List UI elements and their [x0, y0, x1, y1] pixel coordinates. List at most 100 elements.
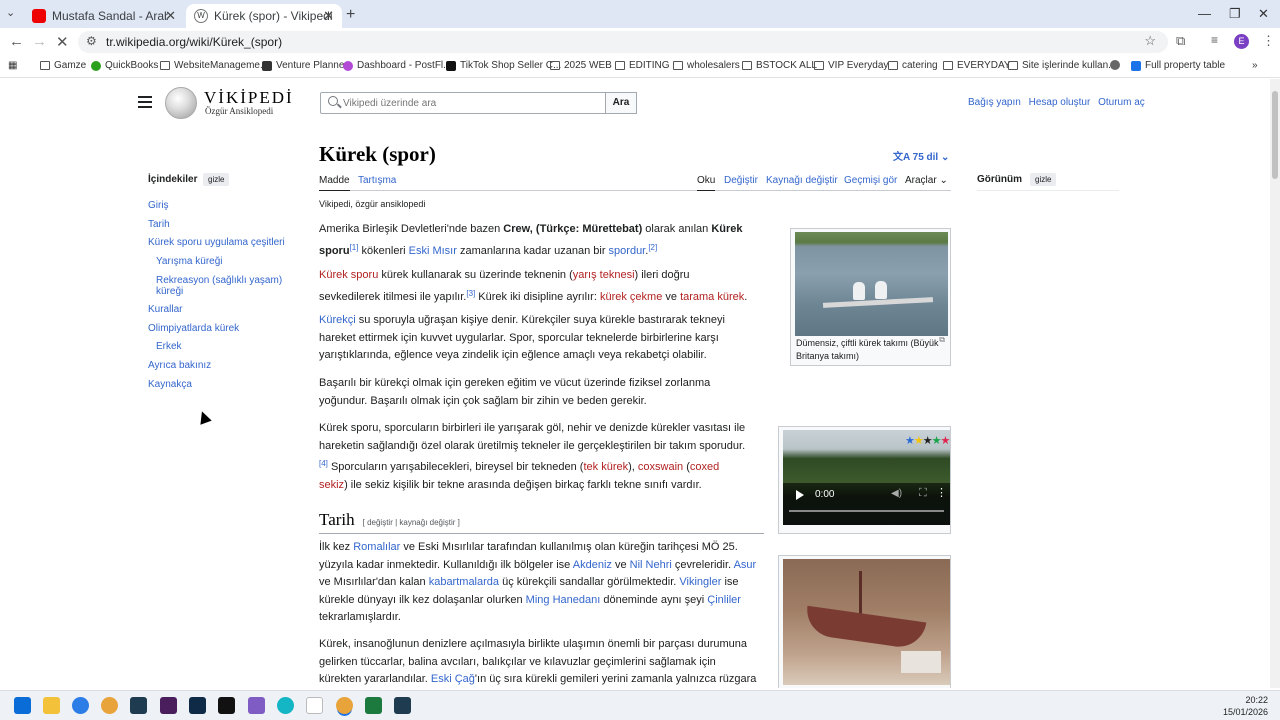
citation[interactable]: [3] — [466, 289, 475, 298]
link[interactable]: Asur — [734, 559, 757, 571]
toc-item[interactable]: Giriş — [148, 200, 169, 211]
stop-loading-icon[interactable]: ✕ — [56, 33, 69, 51]
notepad-icon[interactable] — [306, 697, 323, 714]
citation[interactable]: [4] — [319, 459, 328, 468]
bookmark-item[interactable]: Full property table — [1131, 60, 1225, 71]
language-button[interactable]: 文A 75 dil ⌄ — [893, 148, 949, 163]
bookmark-item[interactable]: Venture Planner — [262, 60, 348, 71]
bookmark-item[interactable]: EVERYDAY — [943, 60, 1011, 71]
profile-avatar[interactable]: E — [1234, 34, 1249, 49]
tools-dropdown[interactable]: Araçlar ⌄ — [905, 175, 948, 186]
tab-madde[interactable]: Madde — [319, 175, 350, 191]
section-edit-links[interactable]: [ değiştir | kaynağı değiştir ] — [363, 518, 460, 527]
more-bookmarks-icon[interactable]: » — [1252, 60, 1258, 71]
extensions-icon[interactable]: ⧉ — [1176, 33, 1185, 49]
link[interactable]: spordur — [609, 245, 646, 257]
link[interactable]: kabartmalarda — [429, 576, 499, 588]
restore-icon[interactable]: ❐ — [1229, 6, 1241, 22]
app-icon[interactable] — [394, 697, 411, 714]
browser-menu-icon[interactable]: ⋮ — [1262, 33, 1275, 49]
rowing-pair-photo[interactable] — [795, 232, 948, 336]
site-info-icon[interactable]: ⚙ — [86, 34, 97, 48]
tab-youtube[interactable]: Mustafa Sandal - Araba - YouTube ✕ — [24, 4, 184, 28]
tab-oku[interactable]: Oku — [697, 175, 716, 191]
close-window-icon[interactable]: ✕ — [1258, 6, 1269, 22]
bookmark-item[interactable]: TikTok Shop Seller C... — [446, 60, 561, 71]
redlink[interactable]: Kürek sporu — [319, 269, 378, 281]
bookmark-star-icon[interactable]: ☆ — [1144, 33, 1156, 49]
page-scrollbar[interactable] — [1270, 79, 1280, 688]
link[interactable]: Çinliler — [707, 594, 741, 606]
main-menu-icon[interactable] — [138, 96, 152, 108]
toc-item[interactable]: Erkek — [156, 341, 182, 352]
bookmark-item[interactable]: Site işlerinde kullan... — [1008, 60, 1117, 71]
tab-wikipedia[interactable]: W Kürek (spor) - Vikipedi ✕ — [186, 4, 342, 28]
toc-item[interactable]: Olimpiyatlarda kürek — [148, 323, 239, 334]
app-icon[interactable] — [218, 697, 235, 714]
media-icon[interactable]: ≡ — [1211, 33, 1218, 47]
tab-gecmisi-gor[interactable]: Geçmişi gör — [844, 175, 897, 186]
link[interactable]: Nil Nehri — [630, 559, 672, 571]
bookmark-item[interactable]: VIP Everyday — [814, 60, 888, 71]
link[interactable]: Romalılar — [353, 541, 400, 553]
minimize-icon[interactable]: — — [1198, 6, 1211, 21]
redlink[interactable]: kürek çekme — [600, 291, 662, 303]
tab-search-icon[interactable]: ⌄ — [6, 6, 15, 19]
donate-link[interactable]: Bağış yapın — [968, 97, 1021, 108]
redlink[interactable]: coxswain — [638, 461, 683, 473]
link[interactable]: Akdeniz — [573, 559, 612, 571]
toc-item[interactable]: Kurallar — [148, 304, 182, 315]
wikipedia-globe-logo[interactable] — [165, 87, 197, 119]
redlink[interactable]: tarama kürek — [680, 291, 744, 303]
play-icon[interactable] — [796, 490, 804, 500]
app-icon[interactable] — [72, 697, 89, 714]
link[interactable]: Ming Hanedanı — [526, 594, 601, 606]
canva-icon[interactable] — [277, 697, 294, 714]
ancient-boat-model-photo[interactable] — [783, 559, 950, 685]
photoshop-icon[interactable] — [189, 697, 206, 714]
toc-item[interactable]: Yarışma küreği — [156, 256, 223, 267]
fullscreen-icon[interactable]: ⛶ — [919, 487, 927, 500]
bookmark-item[interactable]: BSTOCK ALL — [742, 60, 817, 71]
redlink[interactable]: yarış teknesi — [573, 269, 635, 281]
app-icon[interactable] — [130, 697, 147, 714]
redlink[interactable]: tek kürek — [583, 461, 628, 473]
premiere-icon[interactable] — [160, 697, 177, 714]
tab-kaynagi-degistir[interactable]: Kaynağı değiştir — [766, 175, 838, 186]
search-button[interactable]: Ara — [605, 92, 637, 114]
citation[interactable]: [1] — [350, 243, 359, 252]
volume-icon[interactable]: ◀) — [891, 488, 902, 499]
toc-item[interactable]: Tarih — [148, 219, 170, 230]
omnibox[interactable]: ⚙ tr.wikipedia.org/wiki/Kürek_(spor) ☆ — [78, 31, 1168, 53]
start-icon[interactable] — [14, 697, 31, 714]
scrollbar-thumb[interactable] — [1272, 91, 1278, 179]
bookmark-item[interactable] — [1110, 60, 1124, 70]
toc-item[interactable]: Kürek sporu uygulama çeşitleri — [148, 237, 285, 248]
app-icon[interactable] — [248, 697, 265, 714]
apps-grid-icon[interactable]: ▦ — [8, 60, 17, 71]
link[interactable]: Eski Çağ — [431, 673, 475, 685]
new-tab-icon[interactable]: + — [346, 6, 355, 24]
video-progress-bar[interactable] — [789, 510, 944, 512]
bookmark-item[interactable]: wholesalers — [673, 60, 740, 71]
bookmark-item[interactable]: catering — [888, 60, 938, 71]
toc-item[interactable]: Rekreasyon (sağlıklı yaşam) küreği — [156, 275, 284, 297]
close-tab-icon[interactable]: ✕ — [165, 8, 176, 24]
video-menu-icon[interactable]: ⋮ — [936, 486, 947, 499]
forward-icon[interactable]: → — [32, 33, 47, 50]
close-tab-icon[interactable]: ✕ — [323, 8, 334, 24]
file-explorer-icon[interactable] — [43, 697, 60, 714]
bookmark-item[interactable]: Dashboard - PostFl... — [343, 60, 451, 71]
search-input[interactable] — [343, 95, 593, 111]
back-icon[interactable]: ← — [9, 33, 24, 50]
toc-item[interactable]: Kaynakça — [148, 379, 192, 390]
link[interactable]: Kürekçi — [319, 314, 356, 326]
bookmark-item[interactable]: QuickBooks — [91, 60, 158, 71]
tab-tartisma[interactable]: Tartışma — [358, 175, 396, 186]
bookmark-item[interactable]: EDITING — [615, 60, 670, 71]
appearance-hide-button[interactable]: gizle — [1030, 173, 1057, 186]
search-box[interactable] — [320, 92, 606, 114]
link[interactable]: Eski Mısır — [409, 245, 457, 257]
tab-degistir[interactable]: Değiştir — [724, 175, 758, 186]
bookmark-item[interactable]: WebsiteManageme... — [160, 60, 268, 71]
